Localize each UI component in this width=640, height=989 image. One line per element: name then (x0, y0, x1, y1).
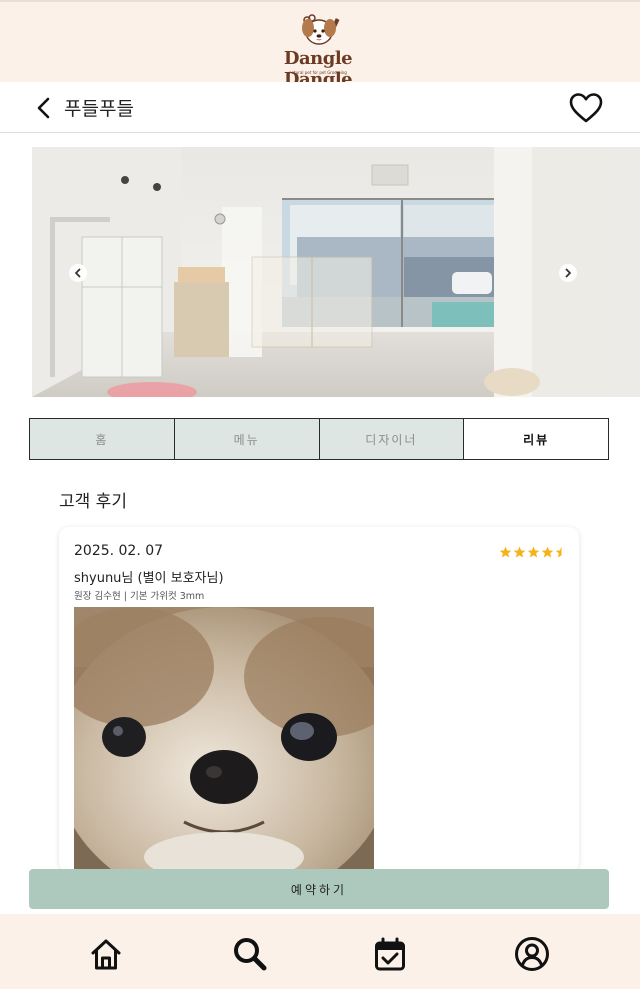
tab-review[interactable]: 리뷰 (464, 419, 608, 459)
shop-title-bar: 푸들푸들 (0, 82, 640, 133)
arrow-left-circle-icon (75, 268, 81, 278)
star-full-icon (513, 546, 526, 558)
tab-designer[interactable]: 디자이너 (319, 419, 465, 459)
home-icon (91, 939, 121, 970)
star-half-icon (555, 546, 562, 558)
review-service-info: 원장 김수현 | 기본 가위컷 3mm (74, 591, 205, 602)
carousel-prev-button[interactable] (69, 264, 87, 282)
star-full-icon (499, 546, 512, 558)
dog-logo-icon (302, 14, 340, 45)
favorite-button[interactable] (568, 92, 604, 124)
review-rating (499, 546, 568, 558)
review-photo[interactable] (74, 607, 374, 872)
user-circle-icon (515, 937, 549, 971)
bottom-nav (0, 914, 640, 989)
brand-tagline: natural pet for pet Grooming (289, 70, 347, 75)
carousel-next-slide-peek (606, 147, 640, 397)
arrow-right-circle-icon (565, 268, 571, 278)
nav-reservations[interactable] (370, 934, 410, 974)
shop-photo-carousel[interactable] (32, 147, 606, 397)
dog-photo (74, 607, 374, 872)
nav-profile[interactable] (512, 934, 552, 974)
shop-tabs: 홈 메뉴 디자이너 리뷰 (29, 418, 609, 460)
calendar-check-icon (375, 937, 405, 971)
brand-logo[interactable]: Dangle Dangle natural pet for pet Groomi… (262, 14, 374, 90)
shop-name: 푸들푸들 (64, 98, 134, 120)
heart-outline-icon (569, 93, 603, 123)
star-full-icon (541, 546, 554, 558)
tab-home[interactable]: 홈 (30, 419, 175, 459)
star-full-icon (527, 546, 540, 558)
tab-menu[interactable]: 메뉴 (174, 419, 320, 459)
review-card: 2025. 02. 07 shyunu님 (별이 보호자님) 원장 김수현 | … (59, 527, 579, 872)
review-date: 2025. 02. 07 (74, 543, 164, 559)
back-button[interactable] (30, 94, 58, 122)
brand-header: Dangle Dangle natural pet for pet Groomi… (0, 0, 640, 90)
search-icon (234, 938, 267, 971)
carousel-next-button[interactable] (559, 264, 577, 282)
reviews-section-title: 고객 후기 (59, 492, 127, 512)
chevron-left-icon (37, 97, 50, 119)
nav-home[interactable] (86, 934, 126, 974)
shop-interior-photo (32, 147, 606, 397)
review-author: shyunu님 (별이 보호자님) (74, 571, 224, 586)
nav-search[interactable] (230, 934, 270, 974)
reserve-button[interactable]: 예약하기 (29, 869, 609, 909)
